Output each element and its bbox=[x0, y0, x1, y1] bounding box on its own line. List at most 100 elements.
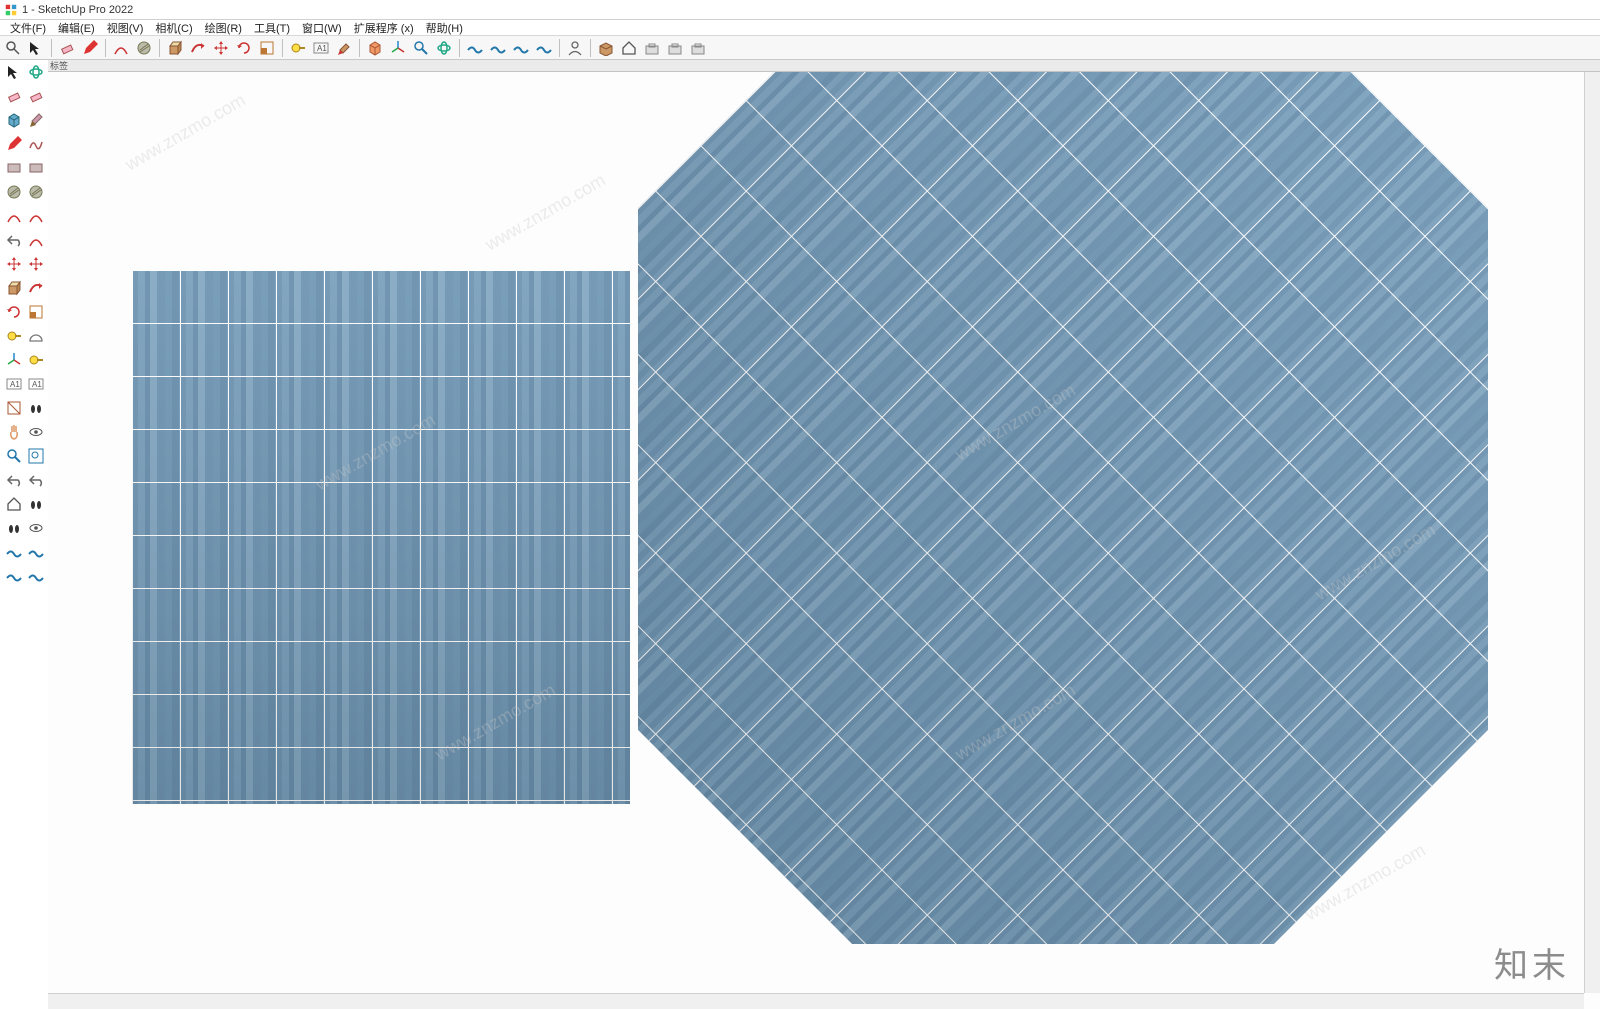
toolbox2-icon[interactable] bbox=[664, 37, 686, 59]
sandbox3-icon[interactable] bbox=[510, 37, 532, 59]
tape-icon[interactable] bbox=[287, 37, 309, 59]
toolbar-separator bbox=[282, 39, 283, 57]
palette-pie-icon[interactable] bbox=[26, 230, 46, 250]
palette-move-red-icon[interactable] bbox=[4, 254, 24, 274]
palette-eraser-big-icon[interactable] bbox=[4, 86, 24, 106]
palette-undo-arc-icon[interactable] bbox=[4, 230, 24, 250]
palette-label-icon[interactable] bbox=[26, 374, 46, 394]
sandbox1-icon[interactable] bbox=[464, 37, 486, 59]
scale-icon[interactable] bbox=[256, 37, 278, 59]
palette-feet-icon[interactable] bbox=[4, 518, 24, 538]
pushpull-icon[interactable] bbox=[164, 37, 186, 59]
palette-lookaround-icon[interactable] bbox=[26, 422, 46, 442]
tile-surface-diagonal[interactable] bbox=[638, 72, 1488, 944]
palette-next-icon[interactable] bbox=[26, 470, 46, 490]
palette-axes2-icon[interactable] bbox=[4, 350, 24, 370]
palette-orbit-small-icon[interactable] bbox=[26, 62, 46, 82]
menu-item-2[interactable]: 视图(V) bbox=[101, 20, 150, 36]
palette-zoomext-icon[interactable] bbox=[26, 446, 46, 466]
pencil-icon[interactable] bbox=[79, 37, 101, 59]
circle-icon[interactable] bbox=[133, 37, 155, 59]
palette-cursor-icon[interactable] bbox=[4, 62, 24, 82]
palette-rect-icon[interactable] bbox=[4, 158, 24, 178]
palette-scale-dark-icon[interactable] bbox=[26, 302, 46, 322]
arc-icon[interactable] bbox=[110, 37, 132, 59]
watermark-url: www.znzmo.com bbox=[482, 170, 609, 256]
palette-polygon-icon[interactable] bbox=[26, 182, 46, 202]
palette-cube-blue-icon[interactable] bbox=[4, 110, 24, 130]
move-icon[interactable] bbox=[210, 37, 232, 59]
palette-tape2-icon[interactable] bbox=[4, 326, 24, 346]
scene-tab-strip[interactable]: 标签 bbox=[48, 60, 1600, 72]
palette-zoom-icon[interactable] bbox=[4, 446, 24, 466]
toolbar-separator bbox=[559, 39, 560, 57]
window-title: 1 - SketchUp Pro 2022 bbox=[22, 4, 133, 16]
palette-prev-icon[interactable] bbox=[4, 470, 24, 490]
palette-arc3-icon[interactable] bbox=[26, 206, 46, 226]
sandbox2-icon[interactable] bbox=[487, 37, 509, 59]
toolbar-separator bbox=[590, 39, 591, 57]
palette-move-blue-icon[interactable] bbox=[26, 254, 46, 274]
palette-walk2-icon[interactable] bbox=[26, 398, 46, 418]
palette-circle-hatch2-icon[interactable] bbox=[4, 182, 24, 202]
horizontal-scrollbar[interactable] bbox=[48, 993, 1584, 1009]
title-bar: 1 - SketchUp Pro 2022 bbox=[0, 0, 1600, 20]
toolbox1-icon[interactable] bbox=[641, 37, 663, 59]
palette-sandboxD-icon[interactable] bbox=[26, 566, 46, 586]
palette-protractor-icon[interactable] bbox=[26, 326, 46, 346]
house-icon[interactable] bbox=[618, 37, 640, 59]
palette-walk3-icon[interactable] bbox=[26, 494, 46, 514]
menu-item-7[interactable]: 扩展程序 (x) bbox=[348, 20, 420, 36]
palette-eraser-pink-icon[interactable] bbox=[26, 86, 46, 106]
tile-surface-straight[interactable] bbox=[132, 270, 630, 804]
palette-eye-icon[interactable] bbox=[26, 518, 46, 538]
palette-pencil-red2-icon[interactable] bbox=[4, 134, 24, 154]
menu-bar: 文件(F)编辑(E)视图(V)相机(C)绘图(R)工具(T)窗口(W)扩展程序 … bbox=[0, 20, 1600, 36]
orbit-icon[interactable] bbox=[433, 37, 455, 59]
palette-text2-icon[interactable] bbox=[4, 374, 24, 394]
palette-sandboxA-icon[interactable] bbox=[4, 542, 24, 562]
modeling-viewport[interactable]: www.znzmo.com www.znzmo.com www.znzmo.co… bbox=[48, 72, 1600, 1009]
vertical-scrollbar[interactable] bbox=[1584, 72, 1600, 993]
scene-tab-label[interactable]: 标签 bbox=[50, 59, 68, 72]
toolbox3-icon[interactable] bbox=[687, 37, 709, 59]
palette-brush-icon[interactable] bbox=[26, 110, 46, 130]
palette-section-icon[interactable] bbox=[4, 398, 24, 418]
search-icon[interactable] bbox=[2, 37, 24, 59]
menu-item-6[interactable]: 窗口(W) bbox=[296, 20, 348, 36]
menu-item-5[interactable]: 工具(T) bbox=[248, 20, 296, 36]
toolbar-separator bbox=[51, 39, 52, 57]
palette-position-icon[interactable] bbox=[4, 494, 24, 514]
sandbox4-icon[interactable] bbox=[533, 37, 555, 59]
palette-pan-icon[interactable] bbox=[4, 422, 24, 442]
select-icon[interactable] bbox=[25, 37, 47, 59]
component-icon[interactable] bbox=[364, 37, 386, 59]
app-icon bbox=[4, 3, 18, 17]
eraser-icon[interactable] bbox=[56, 37, 78, 59]
palette-sandboxB-icon[interactable] bbox=[26, 542, 46, 562]
menu-item-0[interactable]: 文件(F) bbox=[4, 20, 52, 36]
palette-dimension-icon[interactable] bbox=[26, 350, 46, 370]
walk-icon[interactable] bbox=[410, 37, 432, 59]
menu-item-3[interactable]: 相机(C) bbox=[149, 20, 198, 36]
tile-surface-diagonal-clip[interactable] bbox=[638, 72, 1488, 944]
palette-followme2-icon[interactable] bbox=[26, 278, 46, 298]
palette-pushpull2-icon[interactable] bbox=[4, 278, 24, 298]
watermark-logo: 知末 bbox=[1494, 938, 1570, 987]
palette-sandboxC-icon[interactable] bbox=[4, 566, 24, 586]
watermark-url: www.znzmo.com bbox=[122, 90, 249, 176]
warehouse-icon[interactable] bbox=[595, 37, 617, 59]
axes-icon[interactable] bbox=[387, 37, 409, 59]
followme-icon[interactable] bbox=[187, 37, 209, 59]
palette-rotrect-icon[interactable] bbox=[26, 158, 46, 178]
menu-item-8[interactable]: 帮助(H) bbox=[420, 20, 469, 36]
palette-freehand-icon[interactable] bbox=[26, 134, 46, 154]
palette-offset-icon[interactable] bbox=[4, 302, 24, 322]
palette-arc2-icon[interactable] bbox=[4, 206, 24, 226]
menu-item-4[interactable]: 绘图(R) bbox=[199, 20, 248, 36]
rotate-icon[interactable] bbox=[233, 37, 255, 59]
menu-item-1[interactable]: 编辑(E) bbox=[52, 20, 101, 36]
user-icon[interactable] bbox=[564, 37, 586, 59]
text-icon[interactable] bbox=[310, 37, 332, 59]
paint-icon[interactable] bbox=[333, 37, 355, 59]
